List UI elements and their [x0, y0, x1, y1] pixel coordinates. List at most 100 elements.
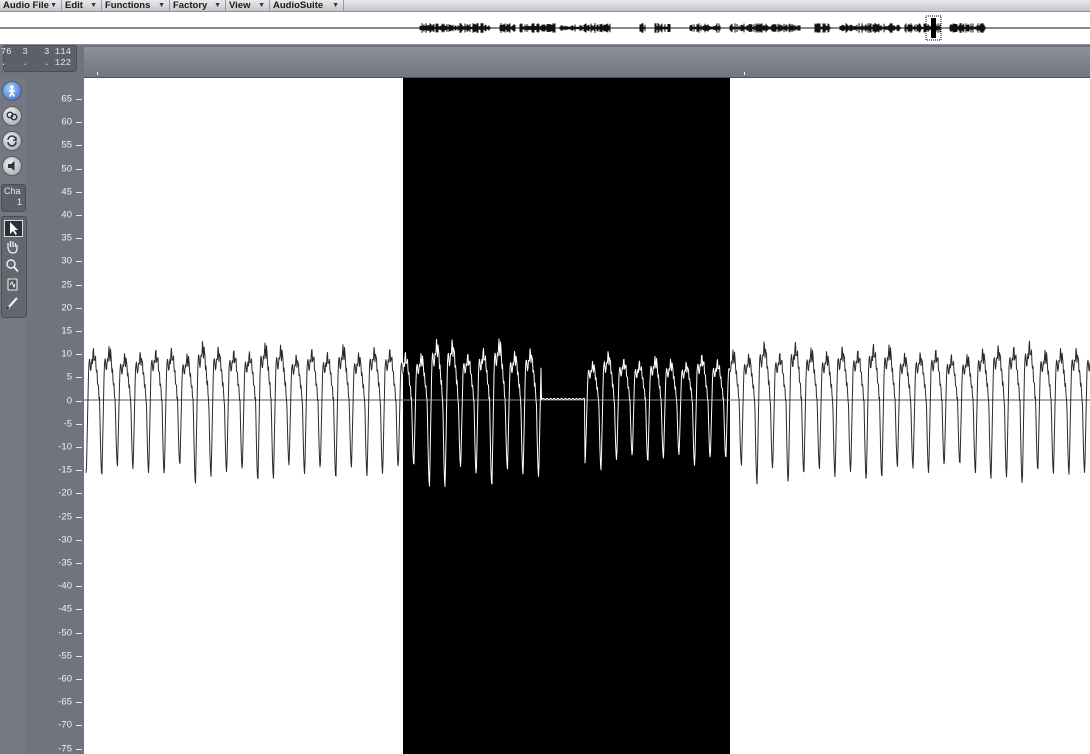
amplitude-tick-label: 5 — [66, 371, 72, 383]
amplitude-tick-label: -25 — [58, 511, 72, 523]
amplitude-tick-label: -60 — [58, 673, 72, 685]
menu-view-label: View — [229, 0, 251, 11]
amplitude-tick-mark — [76, 99, 82, 100]
menu-audiosuite[interactable]: AudioSuite ▼ — [270, 0, 344, 11]
amplitude-tick-mark — [76, 377, 82, 379]
amplitude-tick-label: -15 — [58, 464, 72, 476]
amplitude-tick-label: 0 — [66, 395, 72, 407]
amplitude-tick-mark — [76, 284, 82, 286]
link-button[interactable] — [2, 106, 22, 126]
left-toolbar: Cha 1 — [0, 78, 27, 754]
pencil-tool-icon — [6, 297, 18, 310]
ruler-tick — [744, 72, 745, 75]
amplitude-tick-label: -10 — [58, 441, 72, 453]
amplitude-tick-mark — [76, 191, 82, 193]
amplitude-tick-label: -5 — [63, 418, 72, 430]
amplitude-tick-label: 50 — [61, 163, 72, 175]
channel-label: Cha — [4, 186, 21, 196]
amplitude-tick-label: 15 — [61, 325, 72, 337]
amplitude-tick-mark — [76, 145, 82, 147]
channel-display: Cha 1 — [1, 184, 26, 212]
menu-functions-label: Functions — [105, 0, 151, 11]
amplitude-tick-mark — [76, 586, 82, 588]
position-line-1: 76 3 3 114 — [0, 47, 71, 57]
amplitude-tick-mark — [76, 702, 82, 704]
amplitude-tick-label: 20 — [61, 302, 72, 314]
amplitude-tick-mark — [76, 655, 82, 657]
amplitude-tick-mark — [76, 215, 82, 216]
waveform-canvas — [84, 78, 1090, 754]
chevron-down-icon: ▼ — [90, 2, 97, 9]
speaker-icon — [8, 161, 15, 171]
chevron-down-icon: ▼ — [214, 2, 221, 9]
zoom-tool[interactable] — [4, 258, 23, 275]
position-display: 76 3 3 114 . . . 122 — [0, 45, 77, 72]
amplitude-tick-label: -55 — [58, 650, 72, 662]
overview-selection-marker — [931, 18, 936, 38]
amplitude-tick-label: -50 — [58, 627, 72, 639]
amplitude-tick-mark — [76, 331, 82, 332]
waveform-view[interactable] — [84, 78, 1090, 754]
menu-view[interactable]: View ▼ — [226, 0, 270, 11]
overview-waveform-path — [419, 23, 986, 33]
amplitude-tick-label: -40 — [58, 580, 72, 592]
amplitude-tick-label: 40 — [61, 209, 72, 221]
catch-playhead-icon — [8, 85, 16, 97]
hand-tool-icon — [7, 241, 18, 254]
amplitude-tick-mark — [76, 354, 82, 356]
pointer-tool-icon — [10, 222, 18, 235]
amplitude-tick-label: 55 — [61, 139, 72, 151]
menu-factory-label: Factory — [173, 0, 208, 11]
chevron-down-icon: ▼ — [332, 2, 339, 9]
amplitude-tick-label: -65 — [58, 696, 72, 708]
pointer-tool[interactable] — [4, 220, 23, 237]
amplitude-tick-label: 10 — [61, 348, 72, 360]
menu-functions[interactable]: Functions ▼ — [102, 0, 170, 11]
zoom-tool-icon — [6, 259, 19, 273]
menu-audiosuite-label: AudioSuite — [273, 0, 324, 11]
amplitude-tick-label: -75 — [58, 743, 72, 754]
amplitude-tick-label: 60 — [61, 116, 72, 128]
amplitude-tick-mark — [76, 168, 82, 170]
amplitude-tick-mark — [76, 632, 82, 634]
amplitude-tick-label: 45 — [61, 186, 72, 198]
amplitude-tick-mark — [76, 748, 82, 750]
speaker-button[interactable] — [2, 156, 22, 176]
amplitude-tick-label: -45 — [58, 603, 72, 615]
cycle-icon — [7, 135, 17, 147]
catch-playhead-button[interactable] — [2, 81, 22, 101]
waveform-left — [85, 341, 404, 484]
amplitude-tick-mark — [76, 516, 82, 518]
amplitude-tick-mark — [76, 563, 82, 564]
ruler-tick — [97, 72, 98, 75]
tool-panel — [1, 216, 27, 318]
amplitude-tick-mark — [76, 539, 82, 541]
amplitude-tick-label: 25 — [61, 279, 72, 291]
menu-edit[interactable]: Edit ▼ — [62, 0, 102, 11]
menu-audio-file[interactable]: Audio File ▼ — [0, 0, 62, 11]
amplitude-tick-mark — [76, 679, 82, 680]
hand-tool[interactable] — [4, 239, 23, 256]
menu-factory[interactable]: Factory ▼ — [170, 0, 226, 11]
menu-edit-label: Edit — [65, 0, 83, 11]
link-icon — [6, 111, 18, 121]
amplitude-tick-mark — [76, 725, 82, 727]
waveform-overview[interactable] — [0, 12, 1090, 45]
scrub-tool-icon — [7, 278, 18, 291]
amplitude-axis: 65 60 55 50 45 40 35 30 25 20 15 10 5 0 -5 -10 -15 -20 -25… — [30, 78, 84, 754]
amplitude-tick-label: 65 — [61, 93, 72, 105]
amplitude-tick-mark — [76, 493, 82, 495]
amplitude-tick-mark — [76, 447, 82, 448]
amplitude-tick-mark — [76, 122, 82, 124]
chevron-down-icon: ▼ — [50, 2, 57, 9]
menu-audio-file-label: Audio File — [3, 0, 49, 11]
pencil-tool[interactable] — [4, 296, 23, 313]
amplitude-tick-mark — [76, 609, 82, 611]
waveform-right — [729, 340, 1090, 485]
time-ruler[interactable] — [84, 47, 1090, 78]
selection-region[interactable] — [403, 78, 730, 754]
menu-bar: Audio File ▼ Edit ▼ Functions ▼ Factory ▼ Vi… — [0, 0, 1090, 12]
cycle-button[interactable] — [2, 131, 22, 151]
overview-waveform — [0, 15, 1090, 41]
scrub-tool[interactable] — [4, 277, 23, 294]
